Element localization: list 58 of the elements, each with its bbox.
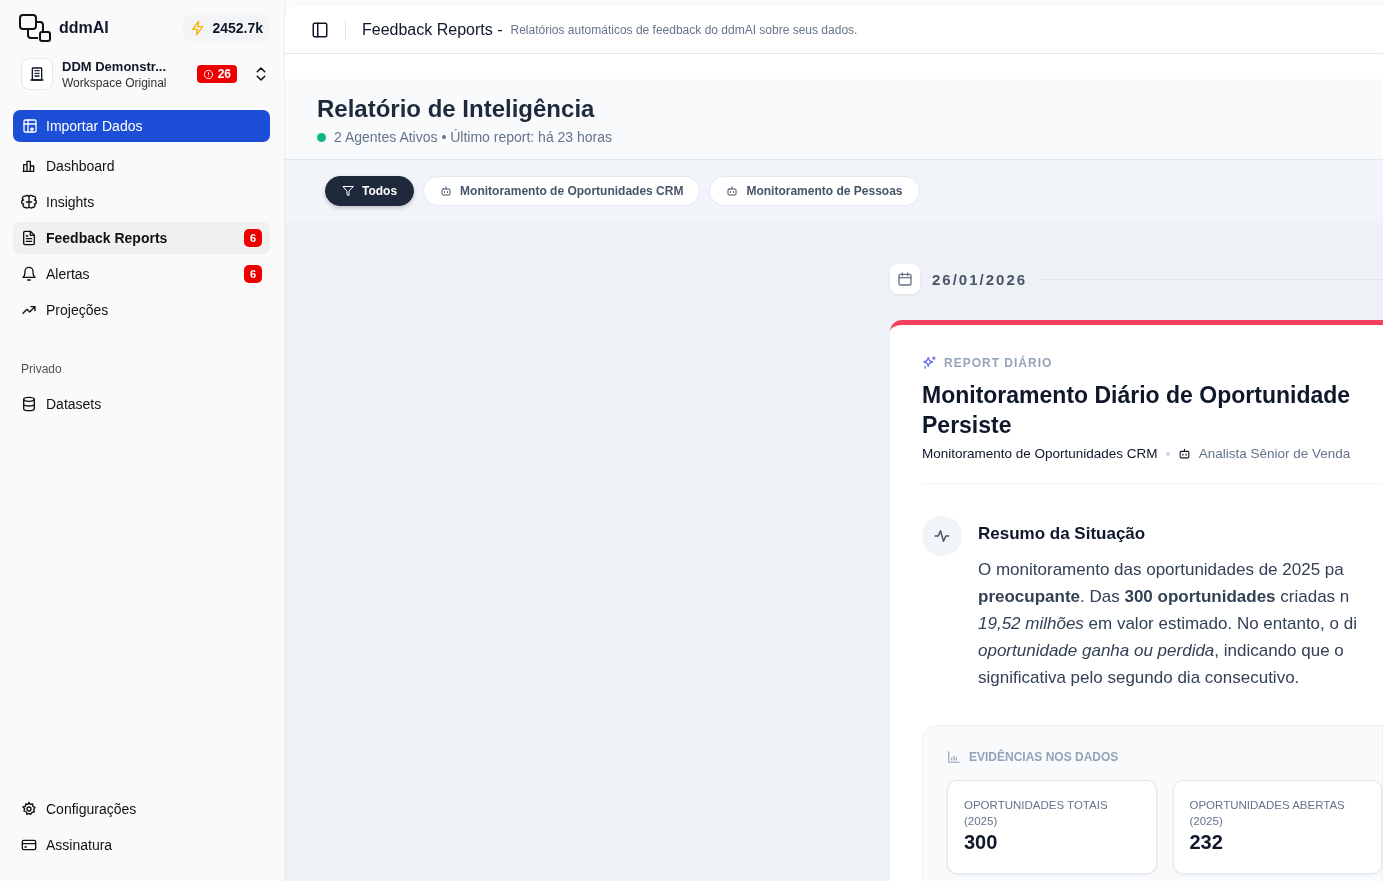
alert-circle-icon: [202, 68, 214, 80]
brain-icon: [21, 194, 37, 210]
page-title: Feedback Reports -: [362, 20, 503, 39]
evidence-heading: EVIDÊNCIAS NOS DADOS: [969, 750, 1119, 764]
logo-icon: [19, 14, 51, 42]
credit-card-icon: [21, 837, 37, 853]
bar-chart-icon: [21, 158, 37, 174]
robot-icon: [726, 185, 739, 197]
sidebar-item[interactable]: Projeções: [13, 294, 270, 326]
count-badge: 6: [243, 229, 262, 247]
workspace-name: DDM Demonstr...: [62, 58, 167, 74]
building-glyph-icon: [29, 66, 45, 82]
agent-name: Monitoramento de Oportunidades CRM: [922, 446, 1158, 461]
summary-paragraph: O monitoramento das oportunidades de 2025 pa preocupante. Das 300 oportunidades criadas n 19,52 milhões em valor estimado. No entanto, o di oportunidade ganha ou perdida, indicando que o significativa pelo segundo dia consecutivo.: [978, 559, 1357, 689]
robot-icon: [1177, 447, 1191, 460]
sparkles-icon: [922, 355, 937, 370]
bar-chart-icon: [947, 750, 961, 764]
alert-badge: 26: [196, 65, 237, 83]
sidebar-toggle-button[interactable]: [311, 20, 329, 39]
workspace-subtitle: Workspace Original: [62, 75, 168, 90]
pulse-line-icon: [933, 527, 951, 545]
filter-chip[interactable]: Monitoramento de Pessoas: [709, 176, 920, 206]
bell-icon: [21, 266, 37, 282]
stat-value: 232: [1189, 831, 1224, 854]
page-subtitle: Relatórios automáticos de feedback do ddmAI sobre seus dados.: [510, 22, 858, 37]
settings-icon: [21, 801, 37, 817]
credits-indicator: 2452.7k: [183, 15, 270, 41]
stat-value: 300: [964, 831, 999, 854]
database-icon: [21, 396, 37, 412]
summary-heading: Resumo da Situação: [978, 524, 1147, 544]
document-icon: [21, 230, 37, 246]
filter-chip[interactable]: Monitoramento de Oportunidades CRM: [423, 176, 701, 206]
status-dot: [317, 132, 326, 142]
stat-label: OPORTUNIDADES TOTAIS (2025): [964, 798, 1109, 829]
filter-icon: [342, 185, 354, 197]
sidebar-item[interactable]: Insights: [13, 186, 270, 218]
analyst-role: Analista Sênior de Venda: [1198, 446, 1351, 461]
sidebar-item[interactable]: Feedback Reports 6: [13, 222, 270, 254]
calendar-glyph-icon: [897, 271, 913, 287]
report-type-label: REPORT DIÁRIO: [944, 355, 1053, 370]
report-date: 26/01/2026: [932, 270, 1028, 288]
table-import-icon: [22, 118, 38, 134]
report-heading: Relatório de Inteligência: [317, 95, 596, 123]
sidebar-item[interactable]: Datasets: [13, 388, 270, 420]
sidebar-panel-icon: [311, 20, 329, 39]
filter-chip[interactable]: Todos: [325, 176, 415, 206]
import-data-button[interactable]: Importar Dados: [13, 110, 270, 142]
robot-icon: [440, 185, 453, 197]
count-badge: 6: [243, 265, 262, 283]
report-title: Monitoramento Diário de Oportunidade Persiste: [922, 381, 1352, 440]
section-heading: Privado: [20, 362, 63, 376]
sidebar-item[interactable]: Dashboard: [13, 150, 270, 182]
sidebar-item[interactable]: Alertas 6: [13, 258, 270, 290]
brand-name: ddmAI: [59, 19, 109, 37]
sidebar-item[interactable]: Assinatura: [13, 829, 270, 861]
agents-status: 2 Agentes Ativos • Último report: há 23 horas: [334, 129, 613, 145]
sidebar-item[interactable]: Configurações: [13, 793, 270, 825]
stat-label: OPORTUNIDADES ABERTAS (2025): [1189, 798, 1346, 829]
